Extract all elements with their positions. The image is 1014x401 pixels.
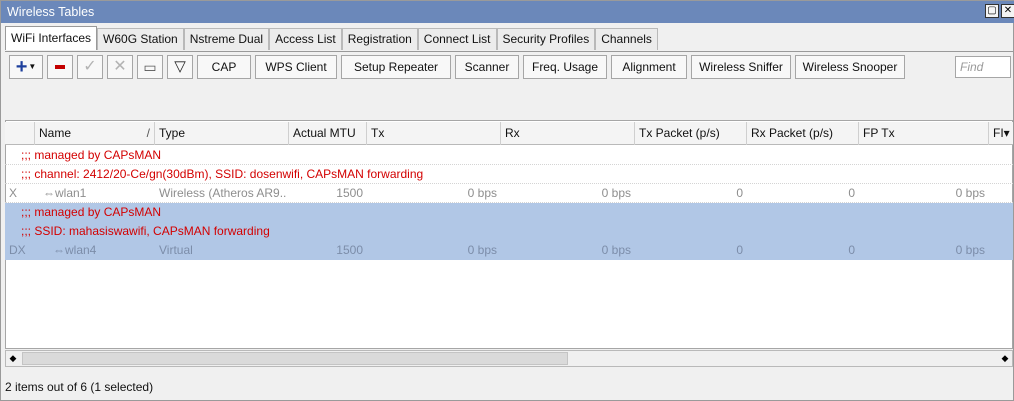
row-fp-tx: 0 bps (955, 186, 985, 200)
enable-button[interactable]: ✓ (77, 54, 103, 79)
table-header: Name / Type Actual MTU Tx Rx Tx Packet (… (5, 122, 1013, 145)
filter-button[interactable]: ▽ (167, 54, 193, 79)
setup-repeater-button[interactable]: Setup Repeater (341, 54, 451, 79)
comment-button[interactable]: ▭ (137, 54, 163, 79)
toolbar: + ▼ ✓ ✕ ▭ ▽ CAP WPS Client Setup Repeate… (5, 51, 1013, 81)
cross-icon: ✕ (113, 57, 127, 75)
row-name-cell: ⇔wlan1 (35, 184, 155, 203)
row-name: wlan1 (55, 186, 87, 200)
col-actual-mtu[interactable]: Actual MTU (289, 122, 367, 145)
col-flags[interactable] (5, 122, 35, 145)
row-type: Virtual (159, 243, 193, 257)
wireless-sniffer-button[interactable]: Wireless Sniffer (691, 54, 791, 79)
minus-icon (55, 64, 65, 69)
tab-registration[interactable]: Registration (341, 28, 418, 50)
table-row-wlan1[interactable]: X ⇔wlan1 Wireless (Atheros AR9... 1500 0… (5, 184, 1013, 203)
tab-nstreme-dual[interactable]: Nstreme Dual (183, 28, 270, 50)
row-tx-packet: 0 (736, 186, 743, 200)
row-mtu: 1500 (336, 186, 363, 200)
col-rx[interactable]: Rx (501, 122, 635, 145)
tab-w60g-station[interactable]: W60G Station (97, 28, 184, 50)
row-rx: 0 bps (601, 243, 631, 257)
col-type[interactable]: Type (155, 122, 289, 145)
col-fp-tx[interactable]: FP Tx (859, 122, 989, 145)
note-icon: ▭ (143, 58, 157, 75)
alignment-button[interactable]: Alignment (611, 54, 687, 79)
comment-row-selected[interactable]: ;;; SSID: mahasiswawifi, CAPsMAN forward… (5, 222, 1013, 241)
plus-icon: + (15, 55, 28, 78)
window-title: Wireless Tables (7, 5, 95, 19)
row-tx-packet: 0 (736, 243, 743, 257)
row-name-cell: ⇔wlan4 (35, 241, 155, 260)
freq-usage-button[interactable]: Freq. Usage (523, 54, 607, 79)
col-name[interactable]: Name / (35, 122, 155, 145)
tab-wifi-interfaces[interactable]: WiFi Interfaces (5, 26, 98, 50)
col-tx[interactable]: Tx (367, 122, 501, 145)
row-fp-tx: 0 bps (955, 243, 985, 257)
chevron-down-icon: ▼ (28, 62, 37, 71)
comment-row[interactable]: ;;; channel: 2412/20-Ce/gn(30dBm), SSID:… (5, 165, 1013, 184)
scroll-left-icon[interactable]: ◆ (6, 351, 20, 366)
disable-button[interactable]: ✕ (107, 54, 133, 79)
sort-icon: / (146, 126, 150, 140)
row-flags: DX (9, 243, 26, 257)
row-name: wlan4 (65, 243, 97, 257)
wps-client-button[interactable]: WPS Client (255, 54, 337, 79)
comment-row[interactable]: ;;; managed by CAPsMAN (5, 146, 1013, 165)
tab-channels[interactable]: Channels (595, 28, 658, 50)
scanner-button[interactable]: Scanner (455, 54, 519, 79)
tab-security-profiles[interactable]: Security Profiles (496, 28, 596, 50)
col-rx-packet[interactable]: Rx Packet (p/s) (747, 122, 859, 145)
remove-button[interactable] (47, 54, 73, 79)
row-rx-packet: 0 (848, 186, 855, 200)
row-mtu: 1500 (336, 243, 363, 257)
tab-bar: WiFi Interfaces W60G Station Nstreme Dua… (5, 26, 658, 50)
find-input[interactable]: Find (955, 55, 1011, 78)
col-tx-packet[interactable]: Tx Packet (p/s) (635, 122, 747, 145)
horizontal-scrollbar[interactable]: ◆ ◆ (5, 350, 1013, 367)
title-bar: Wireless Tables ▢ ✕ (1, 1, 1014, 23)
filter-icon: ▽ (174, 58, 186, 75)
close-icon[interactable]: ✕ (1001, 4, 1014, 18)
tab-access-list[interactable]: Access List (269, 28, 342, 50)
cap-button[interactable]: CAP (197, 54, 251, 79)
scrollbar-thumb[interactable] (22, 352, 568, 365)
comment-row-selected[interactable]: ;;; managed by CAPsMAN (5, 203, 1013, 222)
interface-icon: ⇔ (53, 243, 65, 257)
row-tx: 0 bps (467, 243, 497, 257)
status-bar: 2 items out of 6 (1 selected) (5, 380, 154, 394)
wireless-tables-window: Wireless Tables ▢ ✕ WiFi Interfaces W60G… (0, 0, 1014, 401)
row-rx-packet: 0 (848, 243, 855, 257)
row-type: Wireless (Atheros AR9... (159, 186, 287, 200)
add-button[interactable]: + ▼ (9, 54, 43, 79)
row-tx: 0 bps (467, 186, 497, 200)
row-rx: 0 bps (601, 186, 631, 200)
row-flags: X (9, 186, 18, 200)
maximize-icon[interactable]: ▢ (985, 4, 999, 18)
check-icon: ✓ (83, 57, 97, 75)
interface-icon: ⇔ (43, 186, 55, 200)
tab-connect-list[interactable]: Connect List (417, 28, 497, 50)
scroll-right-icon[interactable]: ◆ (998, 351, 1012, 366)
wireless-snooper-button[interactable]: Wireless Snooper (795, 54, 905, 79)
col-fp-rx[interactable]: FI▾ (989, 122, 1013, 145)
table-row-wlan4[interactable]: DX ⇔wlan4 Virtual 1500 0 bps 0 bps 0 0 0… (5, 241, 1013, 260)
